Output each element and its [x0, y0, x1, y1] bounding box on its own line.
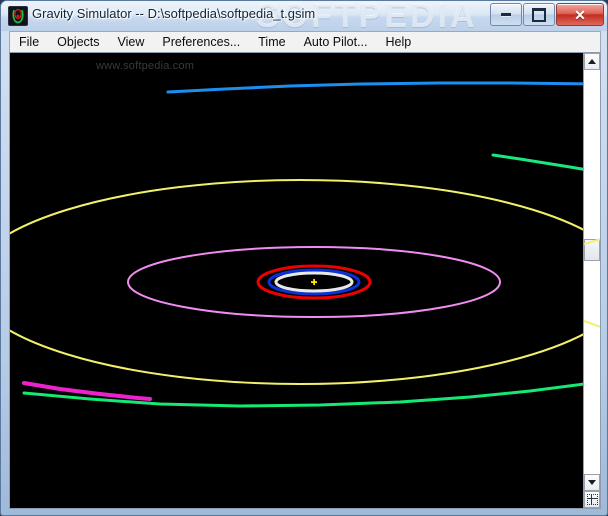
scroll-origin-grip[interactable]	[584, 491, 600, 508]
minimize-button[interactable]	[490, 3, 522, 26]
scrollbar-curve-overlay	[584, 238, 600, 328]
gravity-simulator-icon	[8, 6, 28, 26]
menu-item-time[interactable]: Time	[249, 33, 294, 51]
window-title: Gravity Simulator -- D:\softpedia\softpe…	[32, 6, 316, 21]
chevron-up-icon	[588, 59, 596, 64]
orbit-yellow-overlay-bottom	[584, 320, 600, 328]
close-icon: ✕	[574, 6, 586, 23]
trail-blue-top	[166, 81, 600, 94]
simulation-canvas[interactable]	[10, 53, 600, 508]
menu-item-view[interactable]: View	[109, 33, 154, 51]
scroll-down-button[interactable]	[584, 474, 600, 491]
menu-bar: File Objects View Preferences... Time Au…	[9, 31, 601, 52]
orbit-yellow	[10, 179, 600, 385]
central-star	[311, 279, 317, 285]
menu-item-objects[interactable]: Objects	[48, 33, 108, 51]
app-window: SOFTPEDIA SOFTPEDIA Gravity Simulator --…	[0, 0, 608, 516]
scroll-up-button[interactable]	[584, 53, 600, 70]
title-bar[interactable]: Gravity Simulator -- D:\softpedia\softpe…	[1, 1, 607, 31]
vertical-scrollbar[interactable]	[583, 53, 600, 508]
menu-item-help[interactable]: Help	[377, 33, 421, 51]
menu-item-preferences[interactable]: Preferences...	[153, 33, 249, 51]
simulation-svg	[10, 81, 600, 408]
minimize-icon	[501, 13, 511, 16]
crosshair-icon	[586, 494, 598, 505]
maximize-button[interactable]	[523, 3, 555, 26]
scrollbar-thumb[interactable]	[584, 239, 600, 261]
menu-item-auto-pilot[interactable]: Auto Pilot...	[295, 33, 377, 51]
maximize-icon	[532, 7, 546, 22]
close-button[interactable]: ✕	[556, 3, 604, 26]
client-area: www.softpedia.com	[9, 52, 601, 509]
menu-item-file[interactable]: File	[10, 33, 48, 51]
trail-magenta-lower-left	[22, 381, 152, 401]
chevron-down-icon	[588, 480, 596, 485]
window-controls: ✕	[489, 3, 604, 26]
